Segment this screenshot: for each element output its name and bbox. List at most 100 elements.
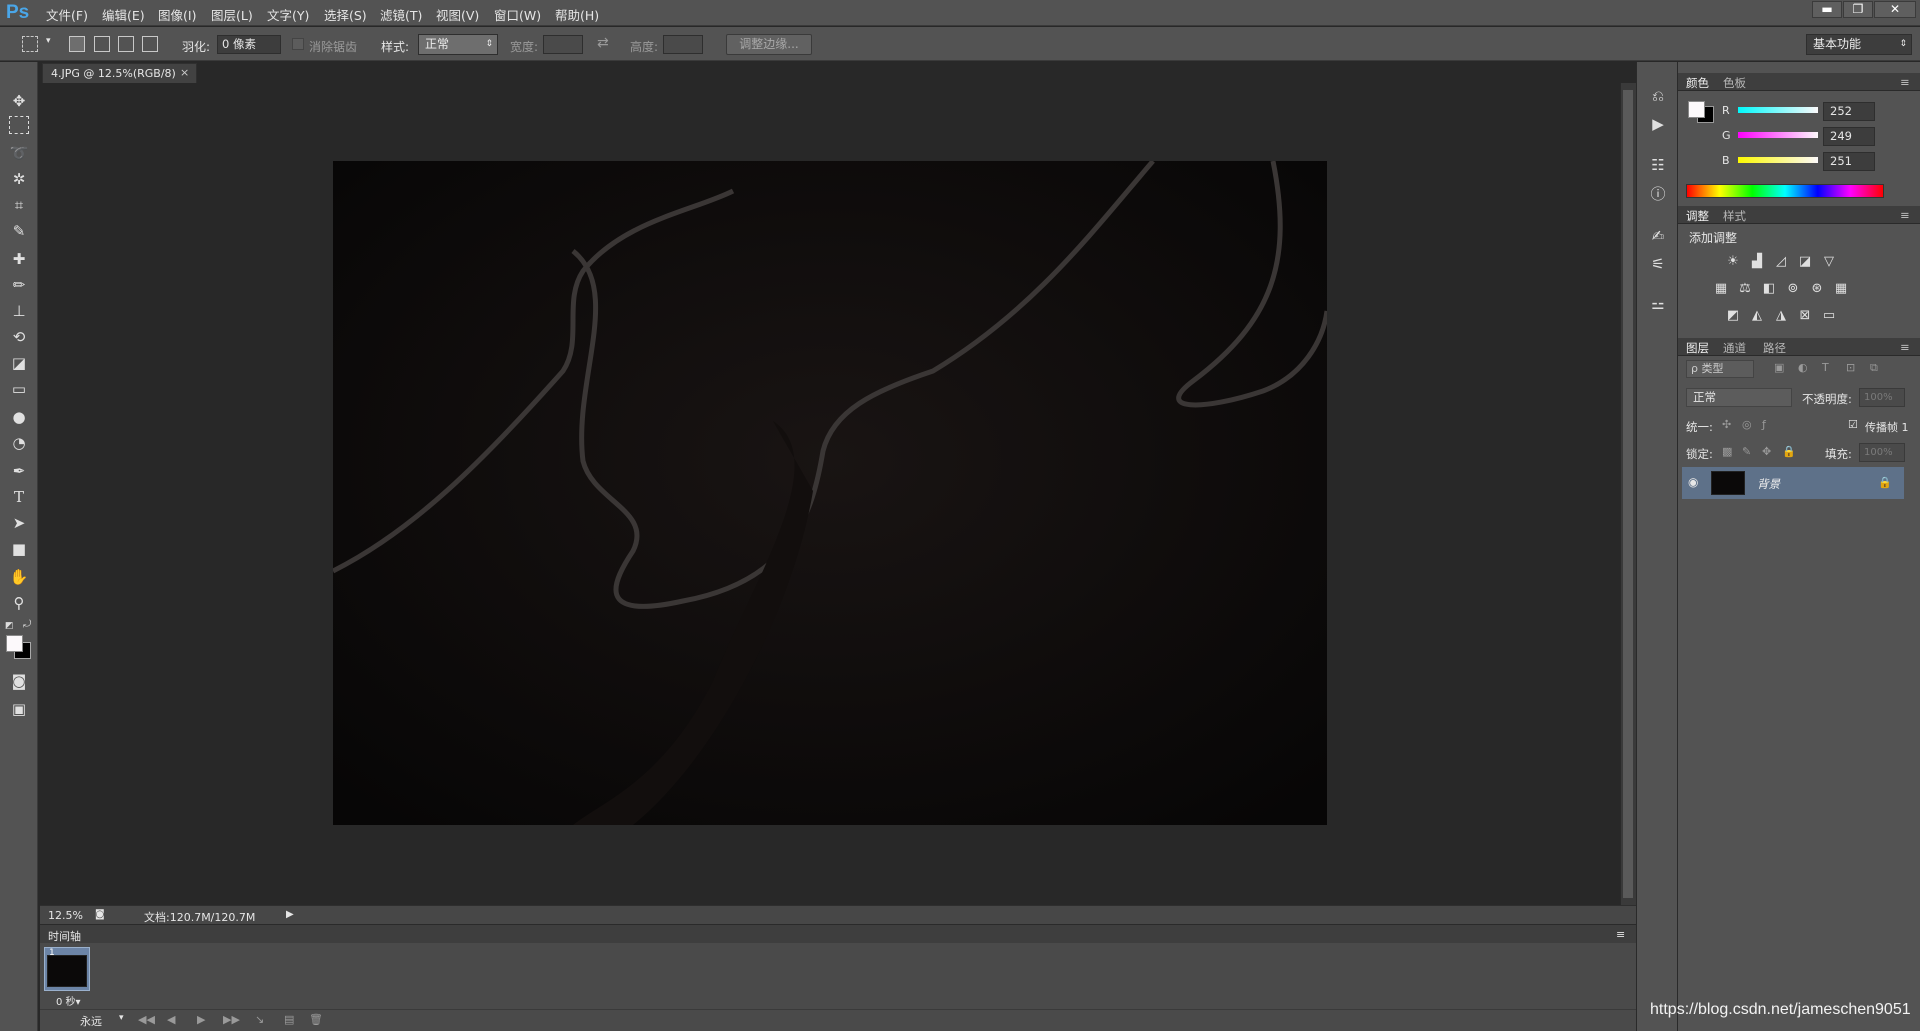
- subtract-from-selection-icon[interactable]: [118, 36, 134, 52]
- threshold-icon[interactable]: ◮: [1772, 307, 1790, 325]
- zoom-tool-icon[interactable]: ⚲: [7, 592, 31, 614]
- loop-select[interactable]: 永远: [80, 1013, 102, 1029]
- frame-delay[interactable]: 0 秒▾: [56, 993, 81, 1008]
- menu-help[interactable]: 帮助(H): [555, 5, 599, 24]
- menu-type[interactable]: 文字(Y): [267, 5, 309, 24]
- b-value-input[interactable]: 251: [1823, 152, 1875, 171]
- tab-paths[interactable]: 路径: [1763, 340, 1786, 356]
- g-value-input[interactable]: 249: [1823, 127, 1875, 146]
- restore-button[interactable]: ❐: [1843, 1, 1873, 18]
- move-tool-icon[interactable]: ✥: [7, 90, 31, 112]
- tab-swatches[interactable]: 色板: [1723, 75, 1746, 91]
- rect-marquee-tool-icon[interactable]: [9, 116, 29, 134]
- tab-styles[interactable]: 样式: [1723, 208, 1746, 224]
- lock-position-icon[interactable]: ✥: [1762, 445, 1771, 458]
- history-panel-icon[interactable]: ⎌: [1648, 86, 1668, 106]
- properties-panel-icon[interactable]: ☷: [1648, 155, 1668, 175]
- propagate-checkbox[interactable]: ☑: [1848, 418, 1858, 431]
- opacity-input[interactable]: 100%: [1859, 388, 1905, 407]
- color-lookup-icon[interactable]: ▦: [1832, 280, 1850, 298]
- menu-layer[interactable]: 图层(L): [211, 5, 253, 24]
- lock-transparent-icon[interactable]: ▩: [1722, 445, 1732, 458]
- selective-color-icon[interactable]: ⊠: [1796, 307, 1814, 325]
- pen-tool-icon[interactable]: ✒: [7, 460, 31, 482]
- clone-source-icon[interactable]: ⚍: [1648, 294, 1668, 314]
- close-button[interactable]: ✕: [1874, 1, 1916, 18]
- filter-shape-icon[interactable]: ⊡: [1846, 361, 1855, 374]
- menu-filter[interactable]: 滤镜(T): [380, 5, 422, 24]
- filter-pixel-icon[interactable]: ▣: [1774, 361, 1784, 374]
- tab-layers[interactable]: 图层: [1686, 340, 1709, 356]
- color-balance-icon[interactable]: ⚖: [1736, 280, 1754, 298]
- tab-channels[interactable]: 通道: [1723, 340, 1746, 356]
- history-brush-tool-icon[interactable]: ⟲: [7, 326, 31, 348]
- height-input[interactable]: [663, 35, 703, 54]
- layers-panel-menu-icon[interactable]: ≡: [1900, 340, 1910, 354]
- layer-filter-select[interactable]: ρ 类型: [1686, 360, 1754, 378]
- quick-mask-icon[interactable]: ◙: [7, 670, 31, 692]
- tween-icon[interactable]: ↘: [255, 1013, 264, 1026]
- marquee-tool-icon[interactable]: [22, 36, 38, 52]
- width-input[interactable]: [543, 35, 583, 54]
- eyedropper-tool-icon[interactable]: ✎: [7, 220, 31, 242]
- screen-mode-icon[interactable]: ▣: [7, 698, 31, 720]
- actions-panel-icon[interactable]: ▶: [1648, 114, 1668, 134]
- type-tool-icon[interactable]: T: [7, 486, 31, 508]
- posterize-icon[interactable]: ◭: [1748, 307, 1766, 325]
- brush-presets-icon[interactable]: ⚟: [1648, 254, 1668, 274]
- foreground-color-swatch[interactable]: [6, 635, 23, 652]
- status-menu-arrow-icon[interactable]: ▶: [286, 909, 294, 920]
- workspace-select[interactable]: 基本功能 ⇕: [1806, 34, 1912, 55]
- prev-frame-icon[interactable]: ◀: [167, 1013, 175, 1026]
- lock-pixels-icon[interactable]: ✎: [1742, 445, 1751, 458]
- zoom-level[interactable]: 12.5%: [48, 909, 83, 922]
- next-frame-icon[interactable]: ▶▶: [223, 1013, 240, 1026]
- curves-icon[interactable]: ◿: [1772, 253, 1790, 271]
- play-icon[interactable]: ▶: [197, 1013, 205, 1026]
- blur-tool-icon[interactable]: ●: [7, 406, 31, 428]
- r-value-input[interactable]: 252: [1823, 102, 1875, 121]
- unify-style-icon[interactable]: ƒ: [1762, 418, 1766, 431]
- style-select[interactable]: 正常 ⇕: [418, 34, 498, 55]
- duplicate-frame-icon[interactable]: ▤: [284, 1013, 294, 1026]
- blend-mode-select[interactable]: 正常: [1686, 388, 1792, 407]
- feather-input[interactable]: 0 像素: [217, 35, 281, 54]
- path-select-tool-icon[interactable]: ➤: [7, 512, 31, 534]
- refine-edge-button[interactable]: 调整边缘...: [726, 34, 812, 55]
- lasso-tool-icon[interactable]: ➰: [7, 142, 31, 164]
- menu-window[interactable]: 窗口(W): [494, 5, 541, 24]
- brush-panel-icon[interactable]: ✍: [1648, 226, 1668, 246]
- color-spectrum-bar[interactable]: [1686, 184, 1884, 198]
- brush-tool-icon[interactable]: ✏: [7, 274, 31, 296]
- fill-input[interactable]: 100%: [1859, 443, 1905, 462]
- swap-colors-icon[interactable]: ⤾: [23, 619, 31, 630]
- close-document-icon[interactable]: ×: [180, 66, 189, 79]
- r-slider[interactable]: [1738, 107, 1818, 113]
- vibrance-icon[interactable]: ▽: [1820, 253, 1838, 271]
- exposure-icon[interactable]: ◪: [1796, 253, 1814, 271]
- hand-tool-icon[interactable]: ✋: [7, 566, 31, 588]
- document-tab[interactable]: 4.JPG @ 12.5%(RGB/8): [42, 63, 197, 83]
- tab-color[interactable]: 颜色: [1686, 75, 1709, 91]
- add-to-selection-icon[interactable]: [94, 36, 110, 52]
- delete-frame-icon[interactable]: 🗑: [309, 1013, 323, 1026]
- healing-brush-tool-icon[interactable]: ✚: [7, 248, 31, 270]
- first-frame-icon[interactable]: ◀◀: [138, 1013, 155, 1026]
- tool-preset-caret-icon[interactable]: ▾: [46, 36, 51, 46]
- crop-tool-icon[interactable]: ⌗: [7, 194, 31, 216]
- magic-wand-tool-icon[interactable]: ✲: [7, 168, 31, 190]
- black-white-icon[interactable]: ◧: [1760, 280, 1778, 298]
- menu-image[interactable]: 图像(I): [158, 5, 196, 24]
- status-proof-icon[interactable]: ◙: [95, 909, 105, 920]
- menu-select[interactable]: 选择(S): [324, 5, 367, 24]
- color-panel-fg-swatch[interactable]: [1688, 101, 1705, 118]
- g-slider[interactable]: [1738, 132, 1818, 138]
- eraser-tool-icon[interactable]: ◪: [7, 352, 31, 374]
- timeline-title[interactable]: 时间轴: [48, 928, 81, 944]
- document-image[interactable]: [333, 161, 1327, 825]
- filter-smart-icon[interactable]: ⧉: [1870, 361, 1878, 375]
- dodge-tool-icon[interactable]: ◔: [7, 432, 31, 454]
- menu-view[interactable]: 视图(V): [436, 5, 479, 24]
- menu-file[interactable]: 文件(F): [46, 5, 88, 24]
- layer-name[interactable]: 背景: [1757, 476, 1780, 492]
